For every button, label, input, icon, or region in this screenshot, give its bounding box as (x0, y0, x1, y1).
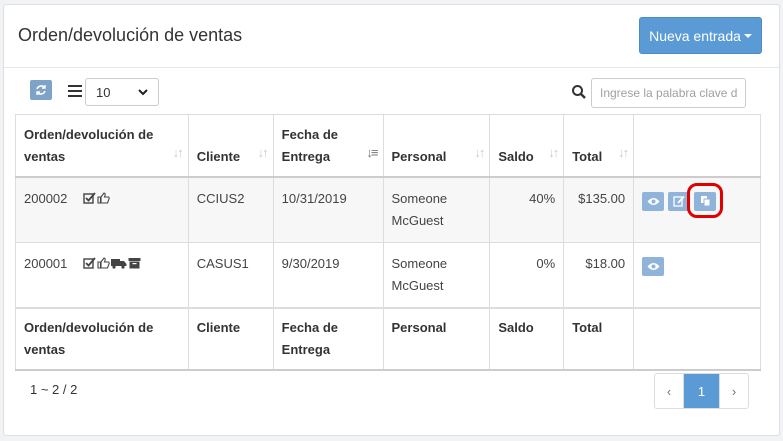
column-header-order[interactable]: Orden/devolución de ventas ↓↑ (15, 114, 189, 178)
balance-cell: 40% (489, 176, 565, 243)
column-header-client[interactable]: Cliente ↓↑ (187, 114, 274, 178)
date-cell: 10/31/2019 (272, 176, 384, 243)
thumbs-up-icon (97, 192, 110, 204)
refresh-icon (36, 85, 46, 95)
page-1-button[interactable]: 1 (684, 374, 719, 408)
actions-cell (633, 241, 761, 308)
view-button[interactable] (642, 191, 665, 211)
footer-client: Cliente (187, 306, 274, 371)
page-size-value: 10 (96, 84, 111, 100)
order-cell: 200002 (15, 176, 189, 243)
table-row: 200001 CASUS1 9/30/2019 Someone McGuest … (15, 241, 761, 308)
next-page-button[interactable]: › (719, 374, 748, 408)
footer-balance: Saldo (489, 306, 565, 371)
eye-icon (647, 262, 660, 270)
page-size-select[interactable]: 10 (85, 78, 159, 106)
staff-cell: Someone McGuest (382, 176, 491, 243)
footer-total: Total (563, 306, 635, 371)
edit-icon (673, 195, 685, 207)
table-footer-row: Orden/devolución de ventas Cliente Fecha… (15, 306, 761, 371)
view-button[interactable] (642, 256, 665, 276)
checkbox-checked-icon (83, 257, 96, 269)
footer-staff: Personal (382, 306, 491, 371)
caret-down-icon (743, 33, 752, 38)
date-cell: 9/30/2019 (272, 241, 384, 308)
pagination: ‹ 1 › (654, 373, 749, 409)
column-header-date[interactable]: Fecha de Entrega ↓≡ (272, 114, 384, 178)
sort-icon: ↓↑ (474, 144, 485, 160)
footer-date: Fecha de Entrega (272, 306, 384, 371)
highlight-circle (687, 182, 724, 218)
panel-header: Orden/devolución de ventas Nueva entrada (4, 5, 779, 68)
sort-icon: ↓↑ (548, 144, 559, 160)
sort-icon: ↓↑ (172, 144, 184, 160)
actions-cell (633, 176, 761, 243)
search-icon (572, 85, 586, 99)
page-title: Orden/devolución de ventas (18, 25, 243, 45)
pagination-info: 1 ~ 2 / 2 (30, 382, 78, 397)
sort-icon: ↓↑ (257, 144, 269, 160)
staff-cell: Someone McGuest (382, 241, 491, 308)
total-cell: $135.00 (563, 176, 635, 243)
new-entry-button[interactable]: Nueva entrada (639, 17, 762, 54)
sort-icon: ↓↑ (618, 144, 629, 160)
table-row: 200002 CCIUS2 10/31/2019 Someone McGuest… (15, 176, 761, 243)
refresh-button[interactable] (30, 80, 52, 100)
new-entry-label: Nueva entrada (649, 27, 741, 44)
column-header-balance[interactable]: Saldo ↓↑ (489, 114, 565, 178)
client-cell: CASUS1 (187, 241, 274, 308)
sales-orders-table: Orden/devolución de ventas ↓↑ Cliente ↓↑ F… (15, 114, 761, 371)
column-header-actions (633, 114, 761, 178)
footer-actions (633, 306, 761, 371)
order-cell: 200001 (15, 241, 189, 308)
archive-icon (128, 258, 141, 269)
thumbs-up-icon (97, 257, 110, 269)
client-cell: CCIUS2 (187, 176, 274, 243)
list-icon (68, 85, 82, 97)
checkbox-checked-icon (83, 192, 96, 204)
table-toolbar: 10 (0, 78, 783, 110)
column-header-staff[interactable]: Personal ↓↑ (382, 114, 491, 178)
copy-button[interactable] (687, 182, 724, 218)
footer-order: Orden/devolución de ventas (15, 306, 189, 371)
balance-cell: 0% (489, 241, 565, 308)
prev-page-button[interactable]: ‹ (655, 374, 684, 408)
column-header-total[interactable]: Total ↓↑ (563, 114, 635, 178)
total-cell: $18.00 (563, 241, 635, 308)
search-input[interactable] (591, 78, 746, 108)
chevron-down-icon (138, 88, 148, 95)
table-header-row: Orden/devolución de ventas ↓↑ Cliente ↓↑ F… (15, 114, 761, 178)
sort-desc-icon: ↓≡ (366, 144, 378, 160)
eye-icon (647, 197, 660, 205)
truck-icon (111, 259, 127, 269)
